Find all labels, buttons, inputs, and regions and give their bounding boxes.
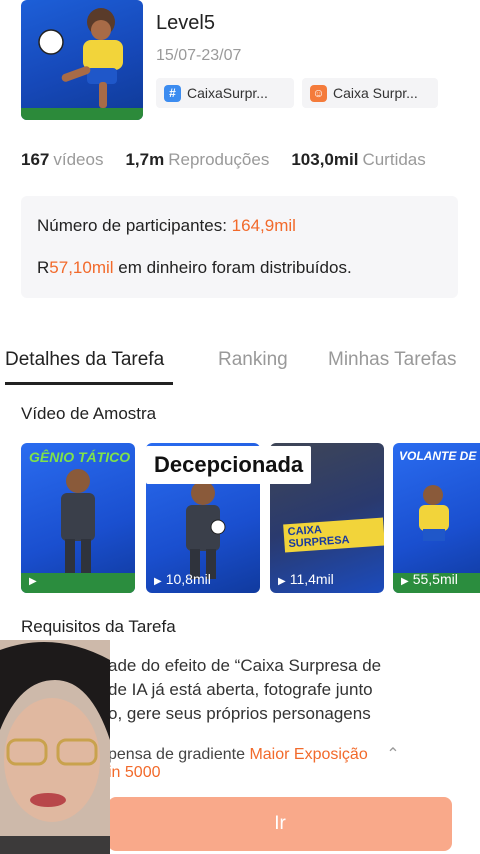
task-date-range: 15/07-23/07 bbox=[156, 47, 242, 64]
plays-label: Reproduções bbox=[168, 150, 270, 169]
promo-highlight: Maior Exposição bbox=[249, 746, 368, 763]
chevron-up-icon[interactable]: ⌃ bbox=[386, 746, 399, 763]
promo-line2: in 5000 bbox=[108, 764, 161, 781]
tab-my-tasks[interactable]: Minhas Tarefas bbox=[328, 349, 457, 371]
money-line: R57,10mil em dinheiro foram distribuídos… bbox=[37, 258, 352, 278]
task-tabs: Detalhes da Tarefa Ranking Minhas Tarefa… bbox=[0, 345, 480, 385]
promo-text: pensa de gradiente bbox=[108, 746, 245, 763]
sample-video-1[interactable]: GÊNIO TÁTICO bbox=[21, 443, 135, 593]
likes-label: Curtidas bbox=[362, 150, 426, 169]
likes-count: 103,0mil bbox=[291, 150, 359, 169]
task-cover-image[interactable] bbox=[21, 0, 143, 120]
webcam-overlay bbox=[0, 640, 110, 854]
sample-video-4[interactable]: VOLANTE DE C 55,5mil bbox=[393, 443, 480, 593]
requirements-line: ade do efeito de “Caixa Surpresa de bbox=[108, 656, 382, 675]
sample-views: 55,5mil bbox=[401, 571, 458, 587]
effect-label: Caixa Surpr... bbox=[333, 85, 418, 101]
requirements-heading: Requisitos da Tarefa bbox=[21, 617, 176, 636]
requirements-line: o, gere seus próprios personagens bbox=[108, 704, 371, 723]
presenter-face bbox=[0, 640, 110, 854]
requirements-text: ade do efeito de “Caixa Surpresa de de I… bbox=[108, 654, 468, 726]
sample-caption: GÊNIO TÁTICO bbox=[29, 449, 131, 465]
task-stats: 167 vídeos 1,7m Reproduções 103,0mil Cur… bbox=[21, 150, 448, 170]
money-suffix: em dinheiro foram distribuídos. bbox=[118, 258, 352, 277]
participants-line: Número de participantes: 164,9mil bbox=[37, 216, 296, 236]
money-prefix: R bbox=[37, 258, 50, 277]
reward-promo[interactable]: pensa de gradiente Maior Exposição ⌃ in … bbox=[108, 744, 448, 782]
sample-views: 11,4mil bbox=[278, 571, 334, 587]
emoji-effect-icon: ☺ bbox=[310, 84, 327, 102]
sample-views: 10,8mil bbox=[154, 571, 211, 587]
participants-value: 164,9mil bbox=[231, 216, 296, 235]
hashtag-label: CaixaSurpr... bbox=[187, 85, 268, 101]
soccer-player-illustration bbox=[21, 8, 143, 120]
participants-info-box: Número de participantes: 164,9mil R57,10… bbox=[21, 196, 458, 298]
video-overlay-caption: Decepcionada bbox=[146, 446, 312, 484]
participants-label: Número de participantes: bbox=[37, 216, 227, 235]
go-button[interactable]: Ir bbox=[108, 797, 452, 851]
sample-video-heading: Vídeo de Amostra bbox=[21, 404, 157, 423]
task-title: Level5 bbox=[156, 12, 215, 34]
effect-chip[interactable]: ☺ Caixa Surpr... bbox=[302, 78, 438, 108]
plays-count: 1,7m bbox=[125, 150, 165, 169]
active-tab-indicator bbox=[5, 382, 173, 385]
videos-count: 167 bbox=[21, 150, 50, 169]
sample-caption: CAIXA SURPRESA bbox=[283, 517, 384, 553]
hashtag-chip[interactable]: # CaixaSurpr... bbox=[156, 78, 294, 108]
sample-views bbox=[29, 571, 41, 587]
requirements-line: de IA já está aberta, fotografe junto bbox=[108, 680, 373, 699]
money-value: 57,10mil bbox=[49, 258, 114, 277]
tab-task-details[interactable]: Detalhes da Tarefa bbox=[5, 349, 164, 371]
tab-ranking[interactable]: Ranking bbox=[218, 349, 288, 371]
videos-label: vídeos bbox=[53, 150, 104, 169]
hashtag-icon: # bbox=[164, 84, 181, 102]
sample-caption: VOLANTE DE C bbox=[399, 449, 480, 463]
